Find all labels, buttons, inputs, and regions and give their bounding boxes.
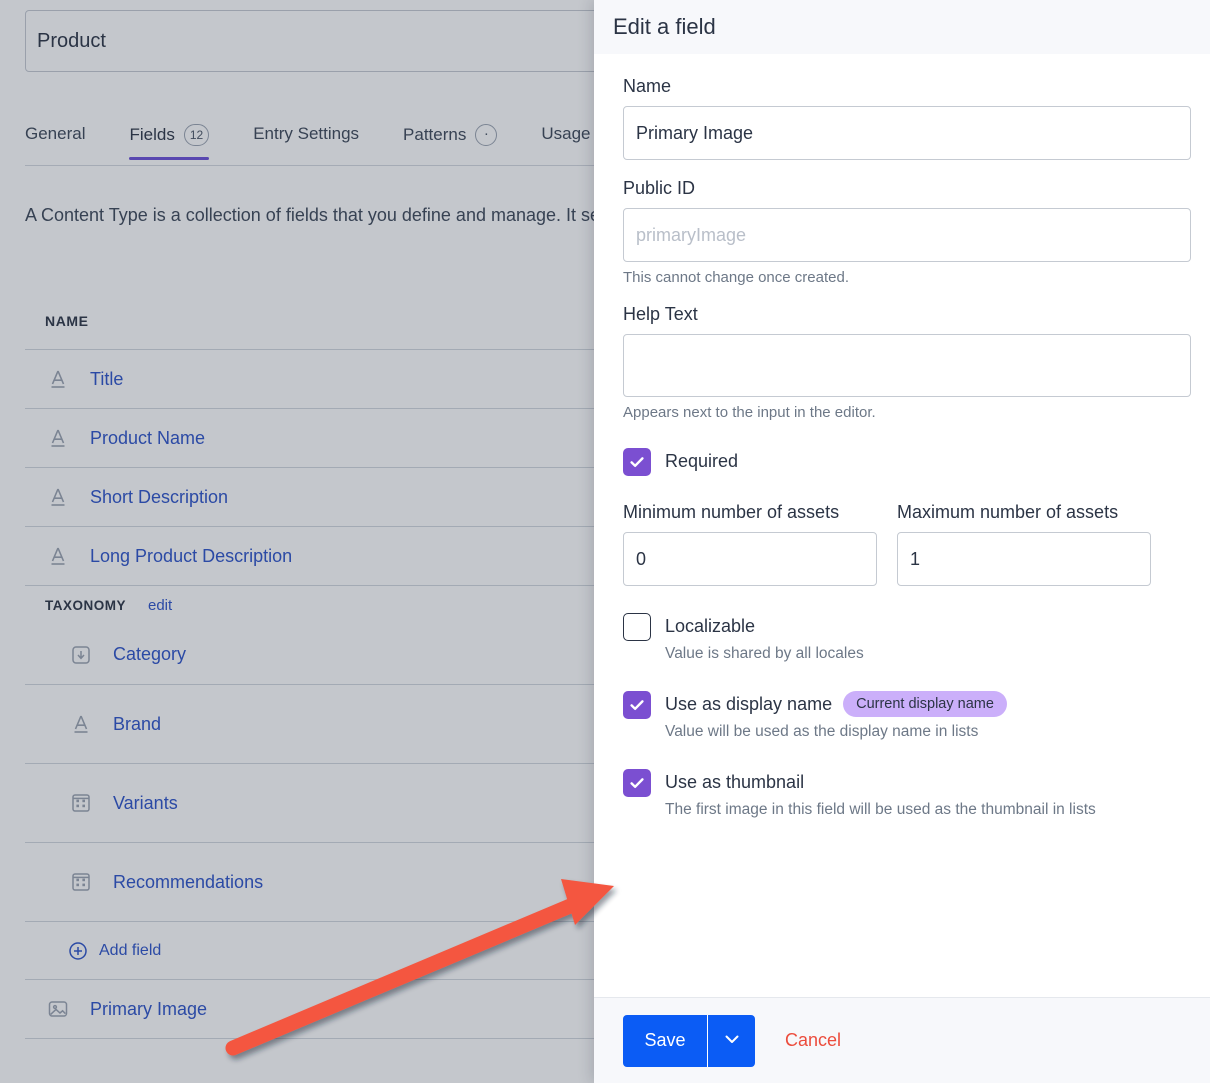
dropdown-field-icon <box>68 642 94 668</box>
image-field-icon <box>45 996 71 1022</box>
chevron-down-icon <box>721 1028 743 1053</box>
screen: Product General Fields 12 Entry Settings… <box>0 0 1210 1083</box>
field-name[interactable]: Long Product Description <box>90 546 292 567</box>
text-field-icon <box>45 484 71 510</box>
modal-body: Name Primary Image Public ID primaryImag… <box>594 54 1210 997</box>
min-assets-input[interactable]: 0 <box>623 532 877 586</box>
display-name-sub: Value will be used as the display name i… <box>665 721 1007 742</box>
cancel-button[interactable]: Cancel <box>785 1030 841 1051</box>
content-type-name-value: Product <box>37 30 106 53</box>
modal-header: Edit a field <box>594 0 1210 54</box>
tab-entry-settings-label: Entry Settings <box>253 124 359 144</box>
tab-general-label: General <box>25 124 85 144</box>
taxonomy-group-title: TAXONOMY <box>45 598 126 613</box>
modal-title: Edit a field <box>613 14 716 40</box>
field-name[interactable]: Brand <box>113 714 161 735</box>
max-assets-value: 1 <box>910 549 920 570</box>
thumbnail-label: Use as thumbnail <box>665 768 1096 796</box>
name-input[interactable]: Primary Image <box>623 106 1191 160</box>
grid-field-icon <box>68 790 94 816</box>
modal-footer: Save Cancel <box>594 997 1210 1083</box>
localizable-sub: Value is shared by all locales <box>665 643 864 664</box>
localizable-row: Localizable Value is shared by all local… <box>623 612 1191 664</box>
min-assets-label: Minimum number of assets <box>623 502 877 523</box>
localizable-label: Localizable <box>665 612 864 640</box>
thumbnail-sub: The first image in this field will be us… <box>665 799 1096 820</box>
localizable-checkbox[interactable] <box>623 613 651 641</box>
field-name[interactable]: Recommendations <box>113 872 263 893</box>
plus-circle-icon <box>68 941 88 961</box>
max-assets-label: Maximum number of assets <box>897 502 1151 523</box>
save-button[interactable]: Save <box>623 1015 707 1067</box>
use-as-display-name-checkbox[interactable] <box>623 691 651 719</box>
public-id-placeholder: primaryImage <box>636 225 746 246</box>
public-id-hint: This cannot change once created. <box>623 269 1191 286</box>
text-field-icon <box>68 711 94 737</box>
display-name-row: Use as display name Current display name… <box>623 690 1191 742</box>
edit-field-modal: Edit a field Name Primary Image Public I… <box>594 0 1210 1083</box>
tab-usage[interactable]: Usage <box>541 124 590 158</box>
min-assets-value: 0 <box>636 549 646 570</box>
text-field-icon <box>45 425 71 451</box>
display-name-main: Use as display name Current display name <box>665 690 1007 718</box>
save-split-button: Save <box>623 1015 755 1067</box>
field-table-header-name: NAME <box>45 313 89 329</box>
name-label: Name <box>623 76 1191 97</box>
grid-field-icon <box>68 869 94 895</box>
public-id-label: Public ID <box>623 178 1191 199</box>
field-name[interactable]: Title <box>90 369 123 390</box>
field-name[interactable]: Category <box>113 644 186 665</box>
field-name[interactable]: Product Name <box>90 428 205 449</box>
thumbnail-row: Use as thumbnail The first image in this… <box>623 768 1191 820</box>
tab-general[interactable]: General <box>25 124 85 158</box>
taxonomy-group-edit-link[interactable]: edit <box>148 597 172 614</box>
help-text-label: Help Text <box>623 304 1191 325</box>
required-row: Required <box>623 447 1191 476</box>
asset-count-row: Minimum number of assets 0 Maximum numbe… <box>623 502 1191 586</box>
tab-fields-count-badge: 12 <box>184 124 209 146</box>
add-field-label[interactable]: Add field <box>99 942 161 960</box>
text-field-icon <box>45 543 71 569</box>
save-options-button[interactable] <box>707 1015 755 1067</box>
help-text-input[interactable] <box>623 334 1191 397</box>
public-id-input[interactable]: primaryImage <box>623 208 1191 262</box>
max-assets-group: Maximum number of assets 1 <box>897 502 1151 586</box>
min-assets-group: Minimum number of assets 0 <box>623 502 877 586</box>
max-assets-input[interactable]: 1 <box>897 532 1151 586</box>
name-input-value: Primary Image <box>636 123 753 144</box>
current-display-name-badge: Current display name <box>843 691 1007 717</box>
tab-usage-label: Usage <box>541 124 590 144</box>
required-checkbox[interactable] <box>623 448 651 476</box>
field-name[interactable]: Variants <box>113 793 178 814</box>
tab-entry-settings[interactable]: Entry Settings <box>253 124 359 158</box>
tab-patterns[interactable]: Patterns · <box>403 124 497 160</box>
tab-patterns-label: Patterns <box>403 125 466 145</box>
field-name[interactable]: Primary Image <box>90 999 207 1020</box>
tab-fields-label: Fields <box>129 125 174 145</box>
tab-fields[interactable]: Fields 12 <box>129 124 209 160</box>
use-as-thumbnail-checkbox[interactable] <box>623 769 651 797</box>
display-name-label: Use as display name <box>665 690 832 718</box>
field-name[interactable]: Short Description <box>90 487 228 508</box>
text-field-icon <box>45 366 71 392</box>
help-text-hint: Appears next to the input in the editor. <box>623 404 1191 421</box>
tab-patterns-dot-badge: · <box>475 124 497 146</box>
required-label: Required <box>665 447 738 475</box>
